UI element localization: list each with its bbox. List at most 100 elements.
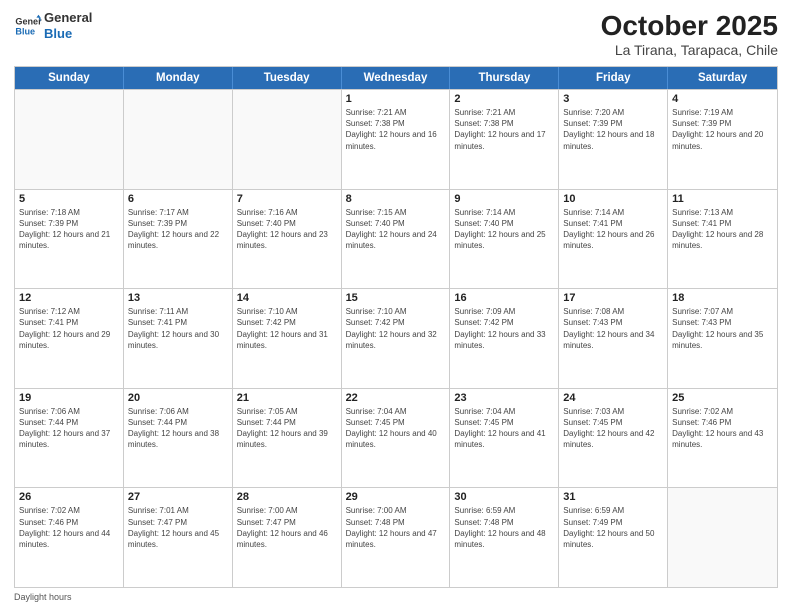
calendar-cell: 5Sunrise: 7:18 AM Sunset: 7:39 PM Daylig… <box>15 190 124 289</box>
day-number: 19 <box>19 392 119 404</box>
calendar-cell: 24Sunrise: 7:03 AM Sunset: 7:45 PM Dayli… <box>559 389 668 488</box>
day-number: 15 <box>346 292 446 304</box>
calendar-cell: 4 Sunrise: 7:19 AM Sunset: 7:39 PM Daylig… <box>668 90 777 189</box>
day-number: 2 <box>454 93 554 105</box>
day-info: Sunrise: 7:09 AM Sunset: 7:42 PM Dayligh… <box>454 306 554 351</box>
day-info: Sunrise: 7:01 AM Sunset: 7:47 PM Dayligh… <box>128 505 228 550</box>
calendar-cell: 14Sunrise: 7:10 AM Sunset: 7:42 PM Dayli… <box>233 289 342 388</box>
calendar-header-cell: Sunday <box>15 67 124 89</box>
day-info: Sunrise: 7:02 AM Sunset: 7:46 PM Dayligh… <box>672 406 773 451</box>
day-info: Sunrise: 7:06 AM Sunset: 7:44 PM Dayligh… <box>128 406 228 451</box>
header: General Blue General Blue October 2025 L… <box>14 10 778 58</box>
day-info: Sunrise: 7:00 AM Sunset: 7:48 PM Dayligh… <box>346 505 446 550</box>
day-number: 1 <box>346 93 446 105</box>
day-info: Sunrise: 7:13 AM Sunset: 7:41 PM Dayligh… <box>672 207 773 252</box>
day-info: Sunrise: 7:16 AM Sunset: 7:40 PM Dayligh… <box>237 207 337 252</box>
day-info: Sunrise: 7:15 AM Sunset: 7:40 PM Dayligh… <box>346 207 446 252</box>
day-info: Sunrise: 7:21 AM Sunset: 7:38 PM Dayligh… <box>346 107 446 152</box>
day-number: 18 <box>672 292 773 304</box>
calendar-cell: 13Sunrise: 7:11 AM Sunset: 7:41 PM Dayli… <box>124 289 233 388</box>
calendar-cell <box>668 488 777 587</box>
title-block: October 2025 La Tirana, Tarapaca, Chile <box>601 10 778 58</box>
day-info: Sunrise: 7:21 AM Sunset: 7:38 PM Dayligh… <box>454 107 554 152</box>
calendar-row: 26Sunrise: 7:02 AM Sunset: 7:46 PM Dayli… <box>15 487 777 587</box>
calendar-cell: 21Sunrise: 7:05 AM Sunset: 7:44 PM Dayli… <box>233 389 342 488</box>
day-number: 8 <box>346 193 446 205</box>
svg-text:Blue: Blue <box>15 26 35 36</box>
day-number: 22 <box>346 392 446 404</box>
day-number: 20 <box>128 392 228 404</box>
svg-text:General: General <box>15 16 42 26</box>
day-number: 12 <box>19 292 119 304</box>
day-info: Sunrise: 7:02 AM Sunset: 7:46 PM Dayligh… <box>19 505 119 550</box>
day-info: Sunrise: 7:04 AM Sunset: 7:45 PM Dayligh… <box>454 406 554 451</box>
calendar-cell: 9Sunrise: 7:14 AM Sunset: 7:40 PM Daylig… <box>450 190 559 289</box>
calendar-cell: 15 Sunrise: 7:10 AM Sunset: 7:42 PM Dayli… <box>342 289 451 388</box>
day-number: 25 <box>672 392 773 404</box>
day-info: Sunrise: 7:07 AM Sunset: 7:43 PM Dayligh… <box>672 306 773 351</box>
calendar-row: 19 Sunrise: 7:06 AM Sunset: 7:44 PM Dayli… <box>15 388 777 488</box>
day-number: 4 <box>672 93 773 105</box>
calendar-header-cell: Thursday <box>450 67 559 89</box>
day-number: 28 <box>237 491 337 503</box>
calendar-row: 5Sunrise: 7:18 AM Sunset: 7:39 PM Daylig… <box>15 189 777 289</box>
calendar-header-cell: Saturday <box>668 67 777 89</box>
calendar-cell: 22 Sunrise: 7:04 AM Sunset: 7:45 PM Dayli… <box>342 389 451 488</box>
day-number: 24 <box>563 392 663 404</box>
page-subtitle: La Tirana, Tarapaca, Chile <box>601 42 778 58</box>
day-info: Sunrise: 7:20 AM Sunset: 7:39 PM Dayligh… <box>563 107 663 152</box>
calendar-cell: 18 Sunrise: 7:07 AM Sunset: 7:43 PM Dayli… <box>668 289 777 388</box>
page-title: October 2025 <box>601 10 778 42</box>
calendar-body: 1 Sunrise: 7:21 AM Sunset: 7:38 PM Daylig… <box>15 89 777 587</box>
calendar-cell: 28 Sunrise: 7:00 AM Sunset: 7:47 PM Dayli… <box>233 488 342 587</box>
day-info: Sunrise: 7:10 AM Sunset: 7:42 PM Dayligh… <box>237 306 337 351</box>
logo: General Blue General Blue <box>14 10 92 41</box>
calendar-cell: 29Sunrise: 7:00 AM Sunset: 7:48 PM Dayli… <box>342 488 451 587</box>
day-number: 11 <box>672 193 773 205</box>
calendar-cell: 6 Sunrise: 7:17 AM Sunset: 7:39 PM Daylig… <box>124 190 233 289</box>
day-info: Sunrise: 7:14 AM Sunset: 7:41 PM Dayligh… <box>563 207 663 252</box>
calendar-cell: 17 Sunrise: 7:08 AM Sunset: 7:43 PM Dayli… <box>559 289 668 388</box>
day-info: Sunrise: 7:19 AM Sunset: 7:39 PM Dayligh… <box>672 107 773 152</box>
day-number: 27 <box>128 491 228 503</box>
day-number: 10 <box>563 193 663 205</box>
calendar-cell: 30 Sunrise: 6:59 AM Sunset: 7:48 PM Dayli… <box>450 488 559 587</box>
calendar-cell: 25 Sunrise: 7:02 AM Sunset: 7:46 PM Dayli… <box>668 389 777 488</box>
calendar-cell: 19 Sunrise: 7:06 AM Sunset: 7:44 PM Dayli… <box>15 389 124 488</box>
calendar-cell: 7 Sunrise: 7:16 AM Sunset: 7:40 PM Daylig… <box>233 190 342 289</box>
calendar-cell: 10 Sunrise: 7:14 AM Sunset: 7:41 PM Dayli… <box>559 190 668 289</box>
day-info: Sunrise: 7:05 AM Sunset: 7:44 PM Dayligh… <box>237 406 337 451</box>
day-number: 30 <box>454 491 554 503</box>
footer-note: Daylight hours <box>14 592 778 602</box>
day-info: Sunrise: 7:14 AM Sunset: 7:40 PM Dayligh… <box>454 207 554 252</box>
day-info: Sunrise: 7:10 AM Sunset: 7:42 PM Dayligh… <box>346 306 446 351</box>
calendar-cell: 3 Sunrise: 7:20 AM Sunset: 7:39 PM Daylig… <box>559 90 668 189</box>
logo-line1: General <box>44 10 92 26</box>
page: General Blue General Blue October 2025 L… <box>0 0 792 612</box>
logo-line2: Blue <box>44 26 92 42</box>
calendar-header-cell: Friday <box>559 67 668 89</box>
calendar-cell: 12Sunrise: 7:12 AM Sunset: 7:41 PM Dayli… <box>15 289 124 388</box>
calendar-cell: 16Sunrise: 7:09 AM Sunset: 7:42 PM Dayli… <box>450 289 559 388</box>
day-number: 7 <box>237 193 337 205</box>
day-number: 6 <box>128 193 228 205</box>
day-info: Sunrise: 7:06 AM Sunset: 7:44 PM Dayligh… <box>19 406 119 451</box>
day-number: 17 <box>563 292 663 304</box>
day-number: 23 <box>454 392 554 404</box>
calendar: SundayMondayTuesdayWednesdayThursdayFrid… <box>14 66 778 588</box>
day-info: Sunrise: 7:04 AM Sunset: 7:45 PM Dayligh… <box>346 406 446 451</box>
calendar-cell: 23 Sunrise: 7:04 AM Sunset: 7:45 PM Dayli… <box>450 389 559 488</box>
calendar-header-cell: Tuesday <box>233 67 342 89</box>
calendar-cell: 20 Sunrise: 7:06 AM Sunset: 7:44 PM Dayli… <box>124 389 233 488</box>
calendar-cell <box>124 90 233 189</box>
day-info: Sunrise: 7:17 AM Sunset: 7:39 PM Dayligh… <box>128 207 228 252</box>
day-info: Sunrise: 7:08 AM Sunset: 7:43 PM Dayligh… <box>563 306 663 351</box>
day-info: Sunrise: 7:00 AM Sunset: 7:47 PM Dayligh… <box>237 505 337 550</box>
calendar-header-cell: Monday <box>124 67 233 89</box>
day-number: 13 <box>128 292 228 304</box>
calendar-cell: 2 Sunrise: 7:21 AM Sunset: 7:38 PM Daylig… <box>450 90 559 189</box>
calendar-cell: 27 Sunrise: 7:01 AM Sunset: 7:47 PM Dayli… <box>124 488 233 587</box>
calendar-header-cell: Wednesday <box>342 67 451 89</box>
day-info: Sunrise: 6:59 AM Sunset: 7:48 PM Dayligh… <box>454 505 554 550</box>
day-number: 3 <box>563 93 663 105</box>
